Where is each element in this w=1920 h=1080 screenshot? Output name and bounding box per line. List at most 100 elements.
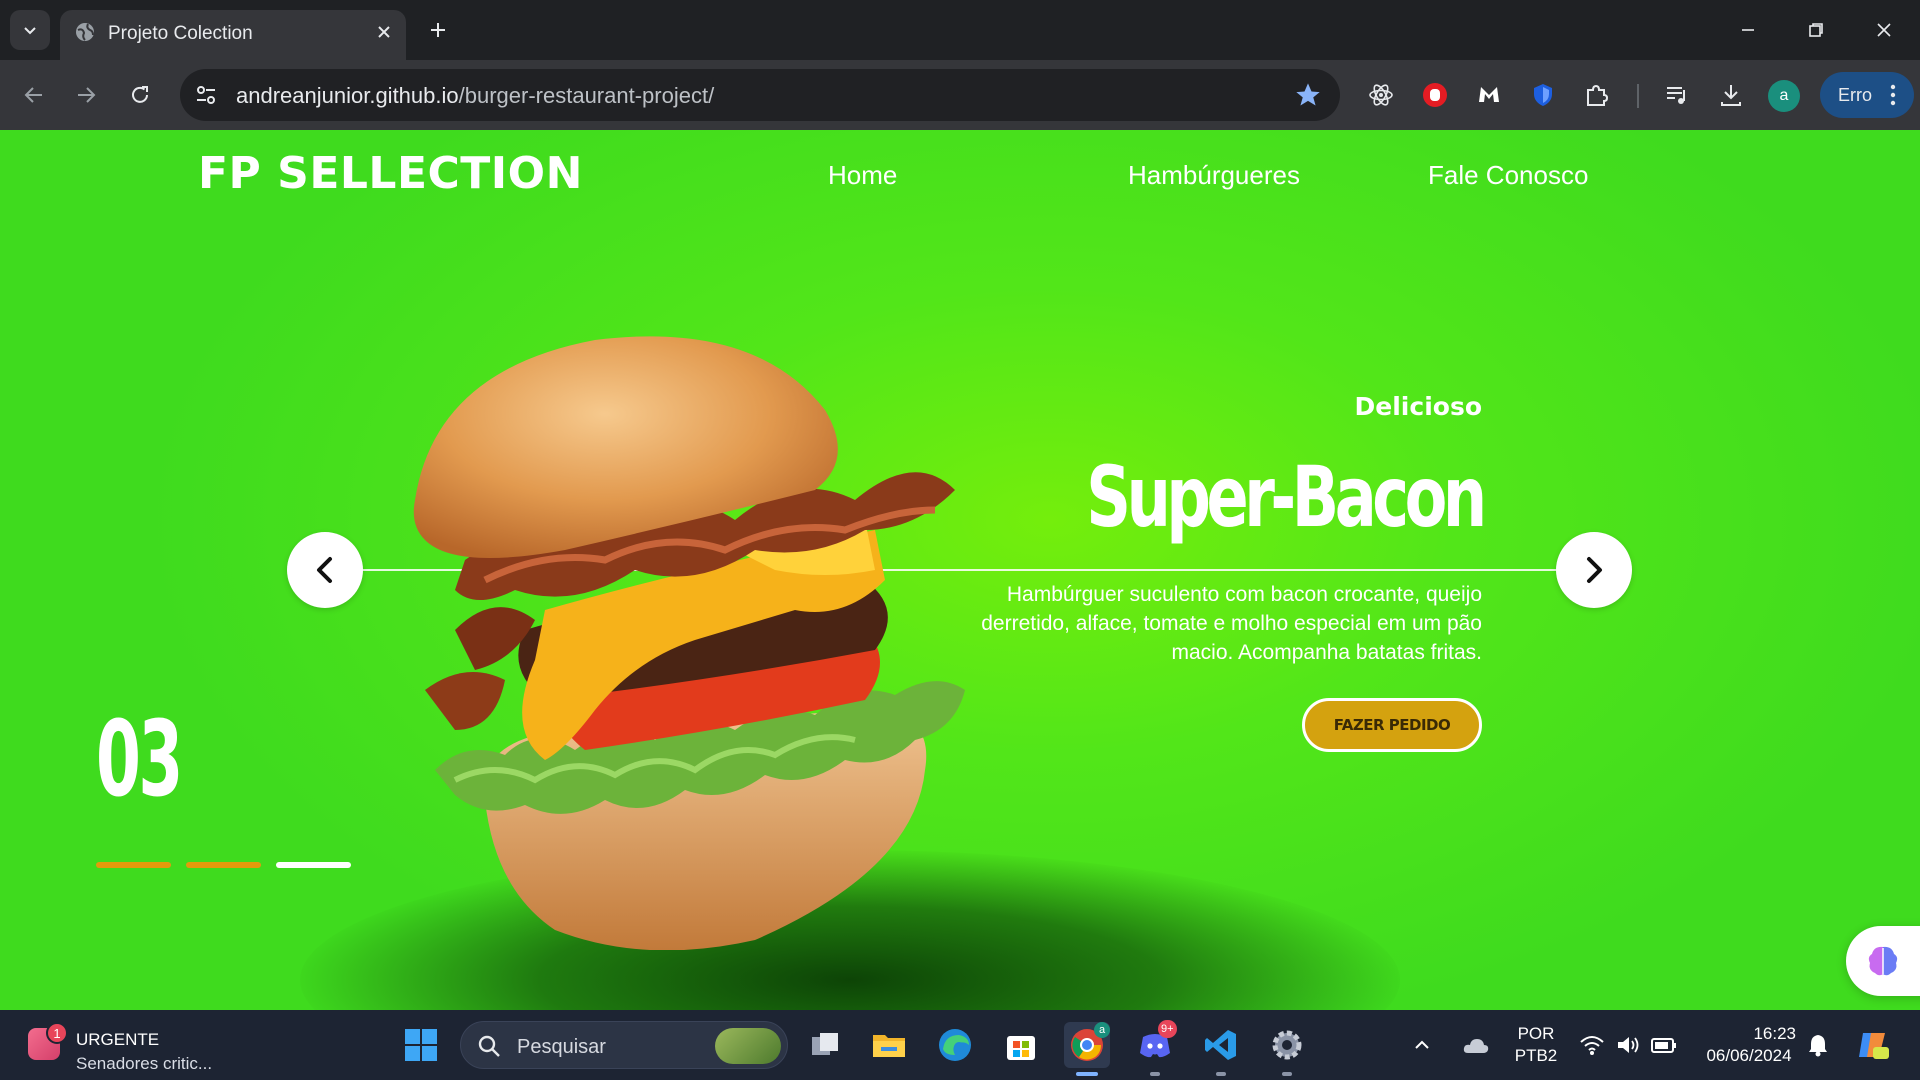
copilot-button[interactable] bbox=[1850, 1022, 1896, 1068]
reload-button[interactable] bbox=[120, 75, 160, 115]
clock[interactable]: 16:23 06/06/2024 bbox=[1694, 1024, 1804, 1066]
task-view-button[interactable] bbox=[802, 1022, 848, 1068]
stop-extension[interactable] bbox=[1418, 78, 1452, 112]
minimize-button[interactable] bbox=[1728, 12, 1768, 48]
start-button[interactable] bbox=[398, 1022, 444, 1068]
discord-badge: 9+ bbox=[1158, 1020, 1177, 1038]
wifi-status[interactable] bbox=[1572, 1022, 1612, 1068]
show-hidden-icons-button[interactable] bbox=[1406, 1022, 1438, 1068]
reload-icon bbox=[132, 86, 148, 103]
bell-icon bbox=[1809, 1035, 1827, 1057]
puzzle-icon bbox=[1587, 84, 1609, 106]
react-icon bbox=[1369, 84, 1393, 106]
tab-search-button[interactable] bbox=[10, 10, 50, 50]
search-placeholder: Pesquisar bbox=[517, 1036, 606, 1058]
toolbar-separator bbox=[1637, 84, 1639, 108]
arrow-left-icon bbox=[24, 87, 42, 103]
news-title: URGENTE bbox=[76, 1030, 160, 1049]
close-icon bbox=[378, 26, 390, 38]
tab-close-button[interactable] bbox=[370, 18, 398, 46]
language-indicator[interactable]: POR PTB2 bbox=[1508, 1024, 1564, 1066]
minimize-icon bbox=[1742, 29, 1754, 31]
volume-icon bbox=[1618, 1037, 1639, 1053]
edge-button[interactable] bbox=[932, 1022, 978, 1068]
react-devtools-extension[interactable] bbox=[1364, 78, 1398, 112]
onedrive-button[interactable] bbox=[1456, 1022, 1496, 1068]
chrome-active-indicator bbox=[1076, 1072, 1098, 1076]
gear-icon bbox=[1272, 1030, 1302, 1060]
slide-number: 03 bbox=[96, 698, 183, 820]
news-widget[interactable]: 1 URGENTE Senadores critic... bbox=[24, 1020, 224, 1073]
next-slide-button[interactable] bbox=[1556, 532, 1632, 608]
battery-status[interactable] bbox=[1644, 1022, 1684, 1068]
folder-icon bbox=[873, 1035, 905, 1057]
chevron-left-icon bbox=[317, 557, 332, 583]
search-icon bbox=[478, 1035, 500, 1057]
back-button[interactable] bbox=[14, 75, 54, 115]
bookmark-star-icon[interactable] bbox=[1294, 81, 1322, 109]
browser-tab-active[interactable]: Projeto Colection bbox=[60, 10, 406, 60]
slide-subtitle: Delicioso bbox=[1354, 392, 1482, 421]
downloads-button[interactable] bbox=[1714, 78, 1748, 112]
windows-icon bbox=[405, 1029, 437, 1061]
nav-link-fale-conosco[interactable]: Fale Conosco bbox=[1428, 160, 1588, 191]
news-badge: 1 bbox=[46, 1022, 68, 1044]
error-update-button[interactable]: Erro bbox=[1820, 72, 1914, 118]
slide-title: Super-Bacon bbox=[1086, 448, 1488, 546]
assistant-widget[interactable] bbox=[1846, 926, 1920, 996]
more-vert-icon bbox=[1890, 84, 1896, 106]
new-tab-button[interactable] bbox=[422, 14, 454, 46]
slide-indicator-2[interactable] bbox=[186, 862, 261, 868]
address-bar[interactable]: andreanjunior.github.io/burger-restauran… bbox=[180, 69, 1340, 121]
burger-image bbox=[413, 336, 965, 950]
error-label: Erro bbox=[1838, 85, 1873, 105]
clock-date: 06/06/2024 bbox=[1706, 1046, 1792, 1065]
nav-link-hamburgueres[interactable]: Hambúrgueres bbox=[1128, 160, 1300, 191]
chrome-button[interactable]: a bbox=[1064, 1022, 1110, 1068]
malwarebytes-icon bbox=[1479, 87, 1499, 102]
chevron-down-icon bbox=[24, 27, 36, 35]
chevron-up-icon bbox=[1415, 1040, 1429, 1049]
url-host: andreanjunior.github.io bbox=[236, 83, 459, 108]
wifi-icon bbox=[1580, 1036, 1604, 1055]
forward-button[interactable] bbox=[66, 75, 106, 115]
shield-extension[interactable] bbox=[1526, 78, 1560, 112]
taskbar-search[interactable]: Pesquisar bbox=[460, 1021, 788, 1069]
keyboard-layout: PTB2 bbox=[1514, 1046, 1558, 1065]
prev-slide-button[interactable] bbox=[287, 532, 363, 608]
media-control-button[interactable] bbox=[1660, 78, 1694, 112]
site-logo[interactable]: FP SELLECTION bbox=[198, 148, 583, 199]
slide-description: Hambúrguer suculento com bacon crocante,… bbox=[981, 583, 1482, 664]
download-icon bbox=[1721, 85, 1741, 106]
order-button[interactable]: FAZER PEDIDO bbox=[1302, 698, 1482, 752]
file-explorer-button[interactable] bbox=[866, 1022, 912, 1068]
slide-indicator-1[interactable] bbox=[96, 862, 171, 868]
settings-button[interactable] bbox=[1264, 1022, 1310, 1068]
copilot-icon bbox=[1859, 1033, 1889, 1059]
nav-link-home[interactable]: Home bbox=[828, 160, 897, 191]
malwarebytes-extension[interactable] bbox=[1472, 78, 1506, 112]
vscode-button[interactable] bbox=[1198, 1022, 1244, 1068]
volume-status[interactable] bbox=[1608, 1022, 1648, 1068]
discord-running-indicator bbox=[1150, 1072, 1160, 1076]
browser-tab-bar: Projeto Colection bbox=[0, 0, 1920, 60]
close-window-button[interactable] bbox=[1864, 12, 1904, 48]
browser-toolbar: andreanjunior.github.io/burger-restauran… bbox=[0, 60, 1920, 130]
extensions-button[interactable] bbox=[1580, 78, 1614, 112]
edge-icon bbox=[939, 1029, 971, 1061]
brain-icon bbox=[1868, 946, 1898, 976]
site-settings-icon[interactable] bbox=[194, 83, 218, 107]
notifications-button[interactable] bbox=[1800, 1022, 1836, 1068]
discord-button[interactable]: 9+ bbox=[1132, 1020, 1178, 1068]
restore-button[interactable] bbox=[1796, 12, 1836, 48]
close-icon bbox=[1877, 23, 1891, 37]
battery-icon bbox=[1651, 1038, 1676, 1053]
slide-indicator-3[interactable] bbox=[276, 862, 351, 868]
shield-icon bbox=[1534, 84, 1552, 106]
plus-icon bbox=[431, 23, 445, 37]
windows-taskbar: 1 URGENTE Senadores critic... Pesquisar … bbox=[0, 1010, 1920, 1080]
profile-avatar[interactable]: a bbox=[1768, 80, 1800, 112]
task-view-icon bbox=[812, 1033, 838, 1055]
microsoft-store-button[interactable] bbox=[998, 1022, 1044, 1068]
chevron-right-icon bbox=[1587, 557, 1602, 583]
